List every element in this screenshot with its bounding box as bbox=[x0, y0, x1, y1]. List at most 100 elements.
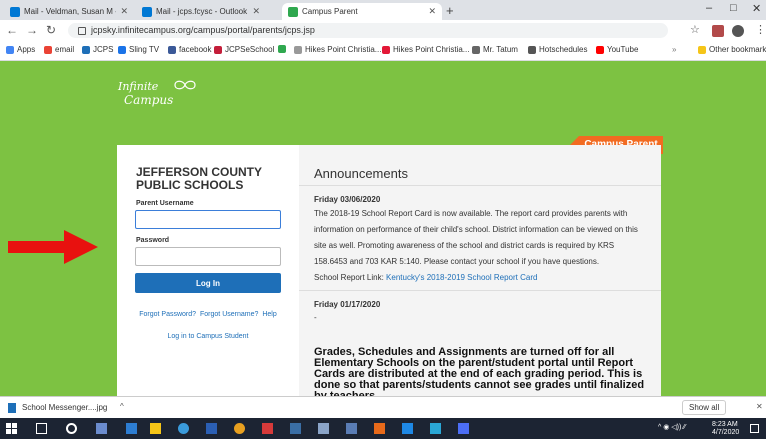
tab-label: Mail - jcps.fcysc - Outlook bbox=[156, 7, 248, 16]
campus-student-link[interactable]: Log in to Campus Student bbox=[117, 333, 299, 340]
announcement-text: The 2018-19 School Report Card is now av… bbox=[314, 209, 638, 266]
bookmark-label: Hotschedules bbox=[539, 45, 588, 54]
infinite-campus-logo: Infinite Campus bbox=[118, 80, 196, 107]
username-label: Parent Username bbox=[136, 200, 194, 207]
clock[interactable]: 8:23 AM 4/7/2020 bbox=[712, 421, 739, 437]
school-report-card-link[interactable]: Kentucky's 2018-2019 School Report Card bbox=[386, 273, 537, 282]
bookmark-campus[interactable] bbox=[278, 45, 289, 53]
bookmark-apps[interactable]: Apps bbox=[6, 45, 35, 54]
announcement-date: Friday 01/17/2020 bbox=[314, 300, 381, 309]
word-icon[interactable] bbox=[206, 423, 217, 434]
photos-icon[interactable] bbox=[290, 423, 301, 434]
chevron-up-icon[interactable]: ^ bbox=[120, 402, 124, 411]
new-tab-icon[interactable]: + bbox=[446, 3, 454, 18]
infinity-icon bbox=[174, 80, 196, 90]
edge-icon[interactable] bbox=[178, 423, 189, 434]
password-input[interactable] bbox=[135, 247, 281, 266]
divider bbox=[299, 290, 661, 291]
bookmark-hikes-point-2[interactable]: Hikes Point Christia... bbox=[382, 45, 469, 54]
announcement-date: Friday 03/06/2020 bbox=[314, 195, 381, 204]
username-input[interactable] bbox=[135, 210, 281, 229]
url-field[interactable]: jcpsky.infinitecampus.org/campus/portal/… bbox=[68, 23, 668, 38]
bookmark-label: YouTube bbox=[607, 45, 639, 54]
app-icon[interactable] bbox=[458, 423, 469, 434]
maximize-icon[interactable]: □ bbox=[730, 2, 737, 14]
divider bbox=[299, 185, 661, 186]
portal-card: JEFFERSON COUNTY PUBLIC SCHOOLS Parent U… bbox=[117, 145, 661, 396]
profile-icon[interactable] bbox=[732, 25, 744, 37]
app-icon[interactable] bbox=[96, 423, 107, 434]
tab-label: Campus Parent bbox=[302, 7, 358, 16]
bookmark-hotschedules[interactable]: Hotschedules bbox=[528, 45, 587, 54]
logo-line1: Infinite bbox=[118, 80, 159, 93]
star-icon[interactable]: ☆ bbox=[690, 23, 700, 36]
forgot-username-link[interactable]: Forgot Username? bbox=[200, 311, 258, 318]
settings-icon[interactable] bbox=[66, 423, 77, 434]
task-view-icon[interactable] bbox=[36, 423, 47, 434]
help-links: Forgot Password? Forgot Username? Help bbox=[117, 311, 299, 318]
bookmark-youtube[interactable]: YouTube bbox=[596, 45, 638, 54]
hotschedules-icon bbox=[528, 45, 536, 54]
announcements-title: Announcements bbox=[314, 166, 408, 181]
bookmark-label: Apps bbox=[17, 45, 36, 54]
clock-date: 4/7/2020 bbox=[712, 429, 740, 436]
vlc-icon[interactable] bbox=[374, 423, 385, 434]
app-icon[interactable] bbox=[318, 423, 329, 434]
mail-icon[interactable] bbox=[126, 423, 137, 434]
email-icon bbox=[44, 45, 52, 54]
file-icon bbox=[8, 403, 16, 413]
login-button[interactable]: Log In bbox=[135, 273, 281, 293]
show-all-button[interactable]: Show all bbox=[682, 400, 727, 415]
app-icon[interactable] bbox=[402, 423, 413, 434]
forward-icon[interactable]: → bbox=[26, 23, 38, 37]
windows-start-icon[interactable] bbox=[6, 423, 17, 434]
bookmark-label: Hikes Point Christia... bbox=[393, 45, 470, 54]
menu-icon[interactable]: ⋮ bbox=[755, 23, 766, 36]
apps-icon bbox=[6, 45, 14, 54]
back-icon[interactable]: ← bbox=[6, 23, 18, 37]
close-window-icon[interactable]: ✕ bbox=[752, 2, 761, 15]
taskbar: ^ ◉ ◁)) ⁄⁄ 8:23 AM 4/7/2020 bbox=[0, 418, 766, 439]
outlook-icon bbox=[142, 6, 152, 17]
bookmark-mr-tatum[interactable]: Mr. Tatum bbox=[472, 45, 518, 54]
reload-icon[interactable]: ↻ bbox=[46, 23, 56, 37]
bookmark-facebook[interactable]: facebook bbox=[168, 45, 211, 54]
bookmark-label: Other bookmarks bbox=[709, 45, 766, 54]
store-icon[interactable] bbox=[150, 423, 161, 434]
announcement-highlight: Grades, Schedules and Assignments are tu… bbox=[314, 346, 645, 397]
close-tab-icon[interactable]: ✕ bbox=[120, 6, 128, 17]
campus-icon bbox=[278, 45, 286, 53]
close-icon[interactable]: ✕ bbox=[756, 402, 763, 411]
campus-icon bbox=[288, 6, 298, 17]
bookmark-jcpseschool[interactable]: JCPSeSchool bbox=[214, 45, 274, 54]
report-link-prefix: School Report Link: bbox=[314, 273, 387, 282]
help-link[interactable]: Help bbox=[262, 311, 276, 318]
tab-outlook-veldman[interactable]: Mail - Veldman, Susan M - Outlo ✕ bbox=[4, 3, 134, 20]
bookmark-jcps[interactable]: JCPS bbox=[82, 45, 113, 54]
tab-outlook-jcps[interactable]: Mail - jcps.fcysc - Outlook ✕ bbox=[136, 3, 266, 20]
bookmark-label: facebook bbox=[179, 45, 212, 54]
more-bookmarks-icon[interactable]: » bbox=[672, 45, 676, 54]
extension-icon[interactable] bbox=[712, 25, 724, 37]
chrome-icon[interactable] bbox=[234, 423, 245, 434]
outlook-icon bbox=[10, 6, 20, 17]
forgot-password-link[interactable]: Forgot Password? bbox=[139, 311, 196, 318]
bookmark-email[interactable]: email bbox=[44, 45, 74, 54]
lock-icon bbox=[78, 26, 86, 35]
tab-campus-parent[interactable]: Campus Parent ✕ bbox=[282, 3, 442, 20]
app-icon[interactable] bbox=[346, 423, 357, 434]
bookmark-sling-tv[interactable]: Sling TV bbox=[118, 45, 159, 54]
bookmark-hikes-point-1[interactable]: Hikes Point Christia... bbox=[294, 45, 381, 54]
bookmark-label: JCPS bbox=[93, 45, 114, 54]
sling-icon bbox=[118, 45, 126, 54]
close-tab-icon[interactable]: ✕ bbox=[428, 6, 436, 17]
bookmark-other[interactable]: Other bookmarks bbox=[698, 45, 766, 54]
bookmarks-bar: Apps email JCPS Sling TV facebook JCPSeS… bbox=[0, 42, 766, 61]
app-icon[interactable] bbox=[430, 423, 441, 434]
tray-icons[interactable]: ^ ◉ ◁)) ⁄⁄ bbox=[658, 424, 686, 432]
close-tab-icon[interactable]: ✕ bbox=[252, 6, 260, 17]
download-filename[interactable]: School Messenger....jpg bbox=[22, 403, 107, 412]
minimize-icon[interactable]: – bbox=[706, 2, 712, 14]
app-icon[interactable] bbox=[262, 423, 273, 434]
notification-icon[interactable] bbox=[750, 424, 759, 433]
